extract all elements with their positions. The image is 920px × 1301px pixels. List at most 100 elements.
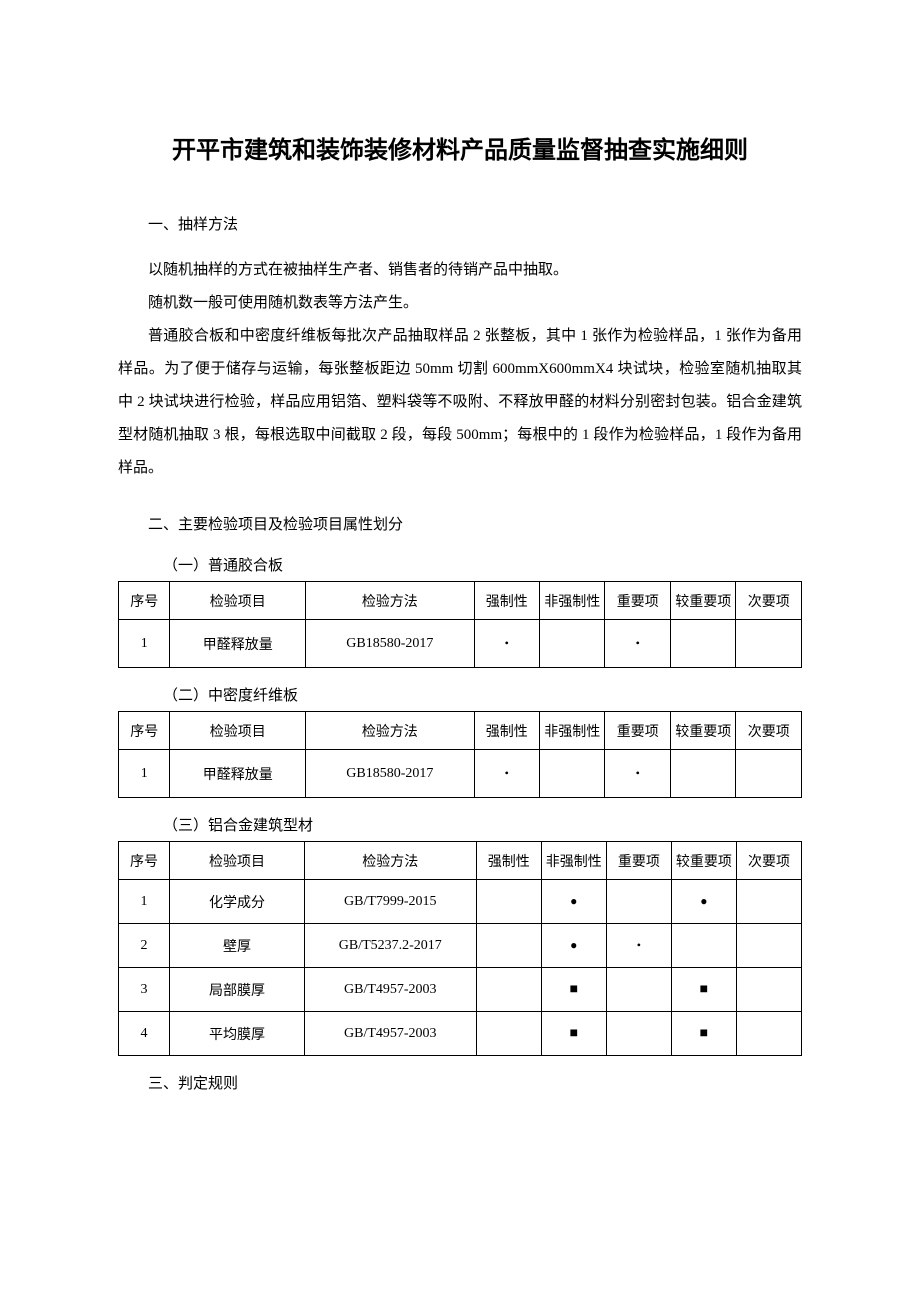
section-2-heading: 二、主要检验项目及检验项目属性划分 <box>118 513 802 534</box>
cell-mark <box>670 620 735 668</box>
cell-seq: 1 <box>119 880 170 924</box>
cell-mark <box>736 750 802 798</box>
th-c2: 非强制性 <box>540 582 605 620</box>
dot-icon <box>636 766 640 781</box>
cell-method: GB/T5237.2-2017 <box>304 924 476 968</box>
th-item: 检验项目 <box>170 582 306 620</box>
cell-mark <box>606 924 671 968</box>
cell-mark <box>606 1012 671 1056</box>
cell-mark <box>736 1012 801 1056</box>
th-c2: 非强制性 <box>540 712 605 750</box>
cell-mark <box>540 750 605 798</box>
cell-mark <box>606 880 671 924</box>
cell-mark <box>476 880 541 924</box>
th-c5: 次要项 <box>736 712 802 750</box>
dot-icon <box>570 894 577 909</box>
th-seq: 序号 <box>119 582 170 620</box>
table-header-row: 序号 检验项目 检验方法 强制性 非强制性 重要项 较重要项 次要项 <box>119 712 802 750</box>
table-1: 序号 检验项目 检验方法 强制性 非强制性 重要项 较重要项 次要项 1 甲醛释… <box>118 581 802 668</box>
th-c4: 较重要项 <box>671 842 736 880</box>
square-icon <box>700 982 708 997</box>
cell-item: 局部膜厚 <box>170 968 305 1012</box>
table-3: 序号 检验项目 检验方法 强制性 非强制性 重要项 较重要项 次要项 1 化学成… <box>118 841 802 1056</box>
page-title: 开平市建筑和装饰装修材料产品质量监督抽查实施细则 <box>118 130 802 165</box>
cell-mark <box>476 968 541 1012</box>
section-3-heading: 三、判定规则 <box>118 1072 802 1093</box>
cell-method: GB18580-2017 <box>306 620 474 668</box>
table-row: 2 壁厚 GB/T5237.2-2017 <box>119 924 802 968</box>
cell-mark <box>541 968 606 1012</box>
subheading-2: （二）中密度纤维板 <box>163 684 802 705</box>
table-row: 3 局部膜厚 GB/T4957-2003 <box>119 968 802 1012</box>
paragraph: 普通胶合板和中密度纤维板每批次产品抽取样品 2 张整板，其中 1 张作为检验样品… <box>118 320 802 485</box>
cell-mark <box>474 620 539 668</box>
cell-mark <box>605 750 670 798</box>
th-c5: 次要项 <box>736 582 802 620</box>
cell-mark <box>671 1012 736 1056</box>
cell-seq: 4 <box>119 1012 170 1056</box>
cell-mark <box>541 1012 606 1056</box>
cell-item: 化学成分 <box>170 880 305 924</box>
dot-icon <box>636 636 640 651</box>
dot-icon <box>570 938 577 953</box>
square-icon <box>570 982 578 997</box>
cell-mark <box>476 1012 541 1056</box>
cell-mark <box>474 750 539 798</box>
th-seq: 序号 <box>119 712 170 750</box>
dot-icon <box>505 766 509 781</box>
paragraph: 随机数一般可使用随机数表等方法产生。 <box>118 287 802 320</box>
cell-method: GB/T7999-2015 <box>304 880 476 924</box>
th-c3: 重要项 <box>606 842 671 880</box>
section-1-heading: 一、抽样方法 <box>118 213 802 234</box>
cell-mark <box>736 924 801 968</box>
cell-mark <box>736 620 802 668</box>
cell-method: GB/T4957-2003 <box>304 968 476 1012</box>
cell-mark <box>671 968 736 1012</box>
square-icon <box>570 1026 578 1041</box>
table-header-row: 序号 检验项目 检验方法 强制性 非强制性 重要项 较重要项 次要项 <box>119 582 802 620</box>
table-row: 4 平均膜厚 GB/T4957-2003 <box>119 1012 802 1056</box>
square-icon <box>700 1026 708 1041</box>
cell-seq: 3 <box>119 968 170 1012</box>
th-c1: 强制性 <box>476 842 541 880</box>
dot-icon <box>505 636 509 651</box>
th-seq: 序号 <box>119 842 170 880</box>
th-method: 检验方法 <box>306 582 474 620</box>
table-row: 1 甲醛释放量 GB18580-2017 <box>119 620 802 668</box>
cell-mark <box>606 968 671 1012</box>
cell-mark <box>671 880 736 924</box>
table-header-row: 序号 检验项目 检验方法 强制性 非强制性 重要项 较重要项 次要项 <box>119 842 802 880</box>
dot-icon <box>700 894 707 909</box>
th-c3: 重要项 <box>605 582 670 620</box>
cell-seq: 1 <box>119 620 170 668</box>
cell-mark <box>605 620 670 668</box>
th-c4: 较重要项 <box>670 582 735 620</box>
cell-mark <box>476 924 541 968</box>
cell-mark <box>671 924 736 968</box>
th-method: 检验方法 <box>306 712 474 750</box>
cell-method: GB/T4957-2003 <box>304 1012 476 1056</box>
cell-item: 平均膜厚 <box>170 1012 305 1056</box>
cell-item: 甲醛释放量 <box>170 750 306 798</box>
table-2: 序号 检验项目 检验方法 强制性 非强制性 重要项 较重要项 次要项 1 甲醛释… <box>118 711 802 798</box>
cell-seq: 1 <box>119 750 170 798</box>
cell-mark <box>736 880 801 924</box>
table-row: 1 化学成分 GB/T7999-2015 <box>119 880 802 924</box>
th-item: 检验项目 <box>170 842 305 880</box>
th-method: 检验方法 <box>304 842 476 880</box>
th-c2: 非强制性 <box>541 842 606 880</box>
paragraph: 以随机抽样的方式在被抽样生产者、销售者的待销产品中抽取。 <box>118 254 802 287</box>
th-c4: 较重要项 <box>670 712 735 750</box>
subheading-1: （一）普通胶合板 <box>163 554 802 575</box>
cell-mark <box>540 620 605 668</box>
cell-mark <box>541 924 606 968</box>
subheading-3: （三）铝合金建筑型材 <box>163 814 802 835</box>
cell-mark <box>670 750 735 798</box>
cell-item: 壁厚 <box>170 924 305 968</box>
dot-icon <box>637 938 641 953</box>
cell-item: 甲醛释放量 <box>170 620 306 668</box>
th-c1: 强制性 <box>474 712 539 750</box>
th-c1: 强制性 <box>474 582 539 620</box>
th-c5: 次要项 <box>736 842 801 880</box>
th-item: 检验项目 <box>170 712 306 750</box>
